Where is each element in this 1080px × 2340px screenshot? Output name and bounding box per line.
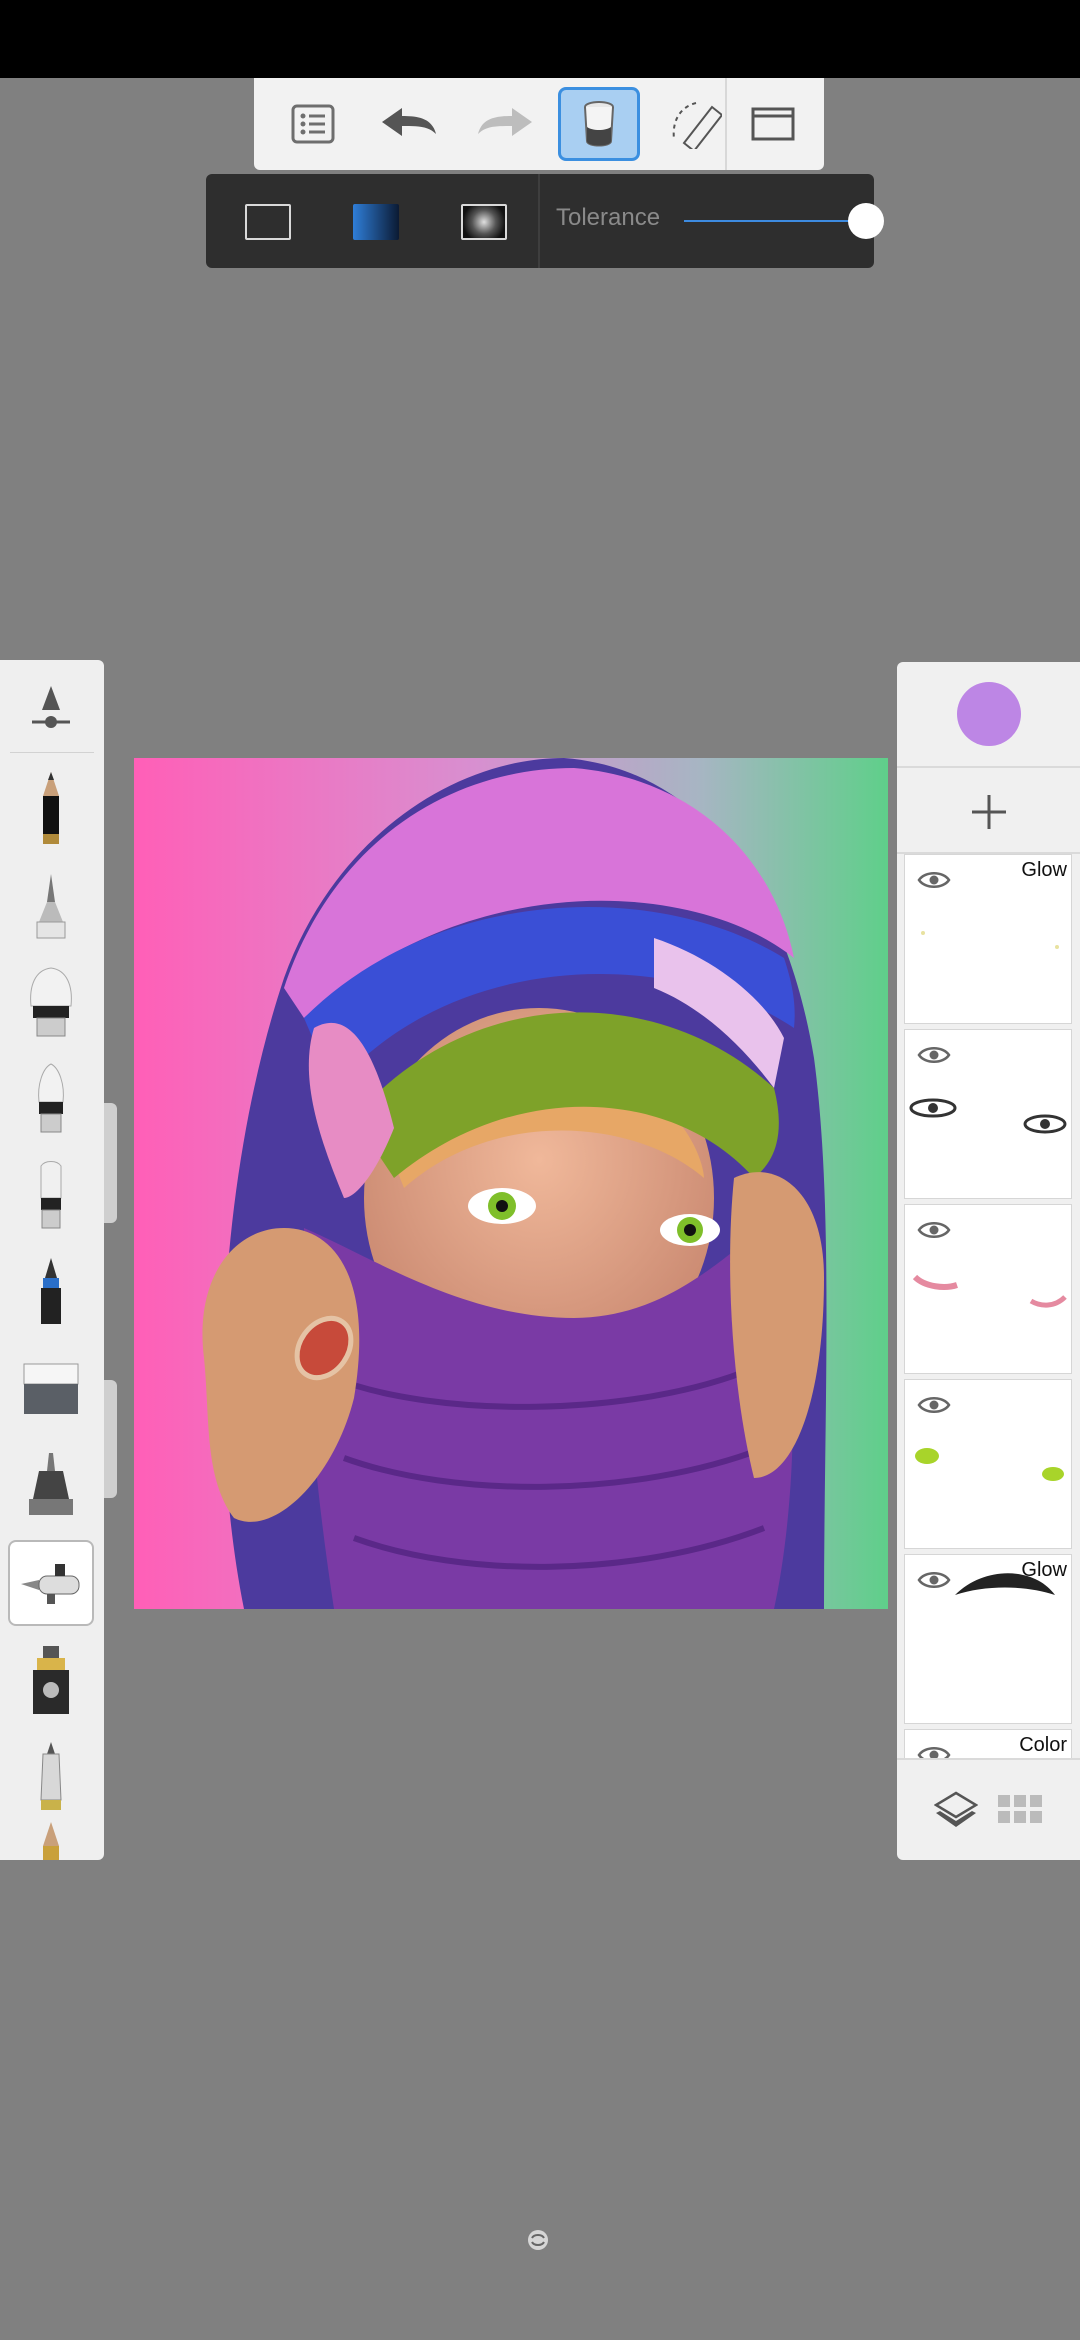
layer-thumbnail-6[interactable]: Color: [904, 1729, 1072, 1758]
artwork-image: [134, 758, 888, 1609]
chisel-marker-brush[interactable]: [8, 1638, 94, 1724]
layer-list: Glow Glow Color: [897, 852, 1080, 1758]
menu-list-button[interactable]: [268, 78, 358, 170]
eraser-icon: [23, 1363, 79, 1414]
undo-icon: [382, 108, 436, 136]
fullscreen-icon: [751, 107, 795, 141]
paintbrush-flat-brush[interactable]: [8, 1152, 94, 1238]
pencil-partial-icon: [43, 1822, 59, 1860]
linear-gradient-fill-button[interactable]: [346, 192, 406, 252]
grid-icon: [998, 1795, 1042, 1823]
layer-thumbnail-1[interactable]: Glow: [904, 854, 1072, 1024]
tolerance-slider-thumb[interactable]: [848, 203, 884, 239]
ballpoint-pen-brush[interactable]: [8, 864, 94, 950]
tolerance-slider-track[interactable]: [684, 220, 858, 222]
layer-thumbnail-2[interactable]: [904, 1029, 1072, 1199]
ruler-button[interactable]: [664, 78, 724, 170]
tolerance-label: Tolerance: [556, 204, 661, 231]
solid-fill-icon: [245, 204, 291, 240]
ballpoint-pen-icon: [36, 874, 66, 939]
ruler-icon: [672, 102, 722, 149]
fill-tool-button[interactable]: [554, 78, 644, 170]
brush-palette: [0, 660, 104, 1860]
layer-preview: [921, 931, 1059, 949]
layer-grid-button[interactable]: [995, 1786, 1045, 1832]
radial-gradient-fill-button[interactable]: [454, 192, 514, 252]
brush-settings-button[interactable]: [8, 664, 94, 750]
marker-icon: [41, 1258, 61, 1324]
toolbar-divider: [725, 78, 727, 170]
layers-icon: [934, 1791, 978, 1827]
layer-thumbnail-4[interactable]: [904, 1379, 1072, 1549]
paintbrush-wide-brush[interactable]: [8, 960, 94, 1046]
layer-preview: [915, 1448, 1064, 1481]
plus-icon: [972, 795, 1006, 829]
radial-gradient-icon: [461, 204, 507, 240]
layers-panel-divider: [897, 766, 1080, 768]
fill-bucket-icon: [584, 101, 614, 147]
airbrush-icon: [21, 1564, 80, 1604]
redo-icon: [478, 108, 532, 136]
linear-gradient-icon: [353, 204, 399, 240]
paintbrush-round-brush[interactable]: [8, 1056, 94, 1142]
felt-pen-brush[interactable]: [8, 1734, 94, 1820]
rotate-canvas-icon[interactable]: [526, 2228, 550, 2252]
paintbrush-flat-icon: [40, 1161, 62, 1229]
eraser-brush[interactable]: [8, 1346, 94, 1432]
redo-button[interactable]: [460, 78, 550, 170]
layer-stack-button[interactable]: [931, 1786, 981, 1832]
undo-button[interactable]: [364, 78, 454, 170]
layer-preview: [909, 1098, 1067, 1134]
status-bar: [0, 0, 1080, 78]
felt-pen-icon: [40, 1742, 62, 1810]
ink-pen-icon: [29, 1453, 73, 1515]
paintbrush-round-icon: [38, 1063, 64, 1133]
pencil-partial-brush[interactable]: [8, 1818, 94, 1860]
pencil-brush[interactable]: [8, 766, 94, 852]
layer-thumbnail-5[interactable]: Glow: [904, 1554, 1072, 1724]
layers-panel: Glow Glow Color: [897, 662, 1080, 1860]
fill-panel-divider: [538, 174, 540, 268]
layers-panel-footer: [897, 1758, 1080, 1860]
brush-palette-divider: [10, 752, 94, 753]
current-color-swatch[interactable]: [957, 682, 1021, 746]
layer-preview: [912, 1274, 1067, 1308]
drawing-canvas[interactable]: [134, 758, 888, 1609]
airbrush-brush[interactable]: [8, 1540, 94, 1626]
ink-pen-brush[interactable]: [8, 1442, 94, 1528]
marker-brush[interactable]: [8, 1248, 94, 1334]
left-panel-handle[interactable]: [104, 1103, 117, 1223]
pencil-icon: [43, 772, 59, 844]
brush-settings-icon: [32, 686, 70, 728]
layer-thumbnail-3[interactable]: [904, 1204, 1072, 1374]
top-toolbar: [254, 78, 824, 170]
add-layer-button[interactable]: [957, 780, 1021, 844]
eye-icon[interactable]: [917, 1744, 951, 1758]
paintbrush-wide-icon: [30, 967, 72, 1037]
left-panel-handle-2[interactable]: [104, 1380, 117, 1498]
fullscreen-button[interactable]: [728, 78, 818, 170]
layer-blend-mode: Color: [1019, 1734, 1067, 1756]
chisel-marker-icon: [33, 1646, 69, 1714]
fill-options-panel: Tolerance: [206, 174, 884, 268]
layer-preview: [955, 1573, 1055, 1595]
menu-list-icon: [291, 104, 335, 144]
solid-fill-button[interactable]: [238, 192, 298, 252]
